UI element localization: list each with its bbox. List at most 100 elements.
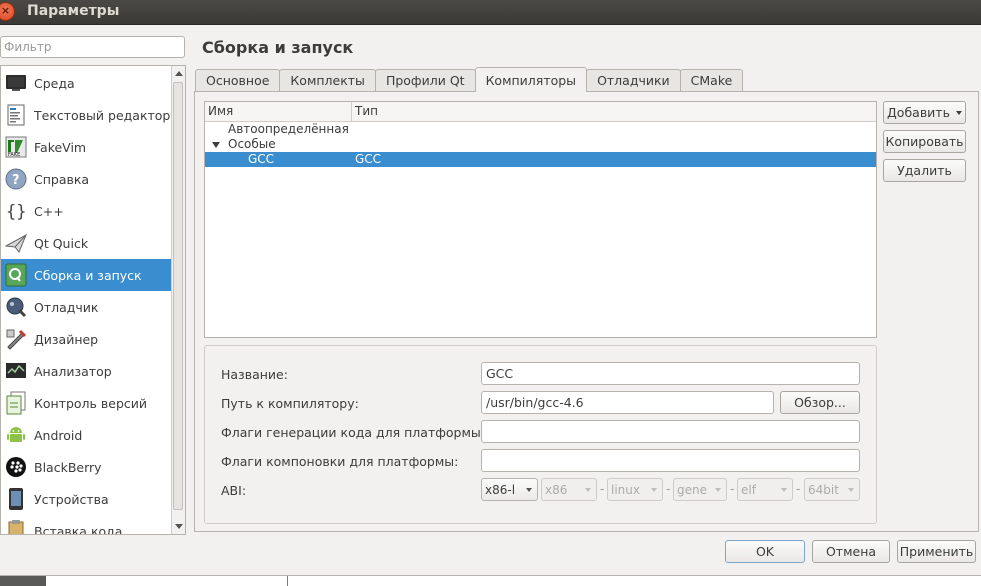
tree-row-name: Автоопределённая bbox=[228, 122, 349, 136]
abi-architecture-value: x86-l bbox=[485, 482, 516, 497]
ok-button[interactable]: OK bbox=[725, 540, 805, 563]
compiler-path-label: Путь к компилятору: bbox=[221, 396, 359, 411]
tree-row-gcc[interactable]: GCC GCC bbox=[205, 152, 876, 167]
tab-debuggers[interactable]: Отладчики bbox=[586, 69, 681, 91]
sidebar-item-analyzer[interactable]: Анализатор bbox=[1, 355, 173, 387]
filter-input[interactable] bbox=[0, 36, 185, 58]
sidebar-item-label: Qt Quick bbox=[34, 235, 89, 251]
sidebar-item-label: Текстовый редактор bbox=[34, 107, 171, 123]
abi-separator: - bbox=[796, 482, 801, 496]
tab-bar: Основное Комплекты Профили Qt Компилятор… bbox=[195, 67, 744, 92]
sidebar-item-environment[interactable]: Среда bbox=[1, 67, 173, 99]
sidebar-item-blackberry[interactable]: BlackBerry bbox=[1, 451, 173, 483]
abi-flavor-select: gene bbox=[673, 478, 727, 501]
abi-architecture-select[interactable]: x86-l bbox=[481, 478, 538, 501]
sidebar-item-label: Устройства bbox=[34, 491, 109, 507]
add-button[interactable]: Добавить bbox=[883, 101, 966, 124]
tree-row-name: Особые bbox=[228, 137, 276, 151]
remove-button[interactable]: Удалить bbox=[883, 159, 966, 182]
chevron-down-icon bbox=[955, 110, 962, 115]
abi-format-value: elf bbox=[741, 482, 756, 497]
sidebar-item-debugger[interactable]: Отладчик bbox=[1, 291, 173, 323]
codegen-flags-label: Флаги генерации кода для платформы: bbox=[221, 425, 486, 440]
debugger-icon bbox=[4, 295, 28, 319]
sidebar-item-label: Среда bbox=[34, 75, 75, 91]
sidebar-item-label: FakeVim bbox=[34, 139, 87, 155]
scroll-up-icon[interactable] bbox=[175, 71, 183, 76]
scrollbar-thumb[interactable] bbox=[173, 82, 183, 510]
sidebar-item-devices[interactable]: Устройства bbox=[1, 483, 173, 515]
code-paste-icon bbox=[4, 519, 28, 534]
abi-width-value: 64bit bbox=[808, 482, 839, 497]
compiler-tree[interactable]: Имя Тип Автоопределённая Особые GCC GCC bbox=[204, 101, 877, 338]
sidebar-item-code-paste[interactable]: Вставка кода bbox=[1, 515, 173, 534]
sidebar: Среда Текстовый редактор FAKE FakeVim ? … bbox=[0, 65, 186, 535]
text-editor-icon bbox=[4, 103, 28, 127]
tree-row-auto-detected[interactable]: Автоопределённая bbox=[205, 122, 876, 137]
help-icon: ? bbox=[4, 167, 28, 191]
sidebar-item-qt-quick[interactable]: Qt Quick bbox=[1, 227, 173, 259]
window-title: Параметры bbox=[27, 3, 120, 19]
sidebar-item-label: Контроль версий bbox=[34, 395, 148, 411]
build-run-icon bbox=[4, 263, 28, 287]
sidebar-item-android[interactable]: Android bbox=[1, 419, 173, 451]
tree-row-name: GCC bbox=[248, 152, 275, 166]
name-field[interactable] bbox=[481, 362, 860, 385]
sidebar-item-label: Справка bbox=[34, 171, 90, 187]
apply-button[interactable]: Применить bbox=[897, 540, 976, 563]
tab-cmake[interactable]: CMake bbox=[679, 69, 744, 91]
sidebar-item-cpp[interactable]: {} C++ bbox=[1, 195, 173, 227]
copy-button[interactable]: Копировать bbox=[883, 130, 966, 153]
cancel-button[interactable]: Отмена bbox=[812, 540, 890, 563]
svg-text:{}: {} bbox=[6, 202, 26, 222]
tab-general[interactable]: Основное bbox=[195, 69, 281, 91]
abi-width-select: 64bit bbox=[804, 478, 860, 501]
chevron-down-icon bbox=[781, 488, 787, 492]
codegen-flags-field[interactable] bbox=[481, 420, 860, 443]
sidebar-item-label: Сборка и запуск bbox=[34, 267, 142, 283]
braces-icon: {} bbox=[4, 199, 28, 223]
abi-flavor-value: gene bbox=[677, 482, 707, 497]
close-icon[interactable]: × bbox=[0, 2, 15, 21]
sidebar-item-label: BlackBerry bbox=[34, 459, 102, 475]
tree-row-manual[interactable]: Особые bbox=[205, 137, 876, 152]
paper-plane-icon bbox=[4, 231, 28, 255]
sidebar-item-label: Отладчик bbox=[34, 299, 99, 315]
tree-header: Имя Тип bbox=[205, 102, 876, 122]
sidebar-item-build-run[interactable]: Сборка и запуск bbox=[1, 259, 173, 291]
tab-compilers[interactable]: Компиляторы bbox=[474, 67, 588, 92]
expand-arrow-icon[interactable] bbox=[212, 142, 220, 148]
scroll-down-icon[interactable] bbox=[175, 524, 183, 529]
fakevim-icon: FAKE bbox=[4, 135, 28, 159]
devices-icon bbox=[4, 487, 28, 511]
sidebar-scrollbar[interactable] bbox=[171, 66, 185, 534]
name-label: Название: bbox=[221, 367, 288, 382]
compiler-path-field[interactable] bbox=[481, 391, 774, 414]
abi-separator: - bbox=[600, 482, 605, 496]
sidebar-item-help[interactable]: ? Справка bbox=[1, 163, 173, 195]
abi-format-select: elf bbox=[737, 478, 793, 501]
sidebar-item-label: Анализатор bbox=[34, 363, 112, 379]
android-icon bbox=[4, 423, 28, 447]
column-header-type[interactable]: Тип bbox=[352, 102, 378, 121]
abi-os-value: linux bbox=[611, 482, 640, 497]
page-title: Сборка и запуск bbox=[202, 38, 354, 57]
sidebar-item-label: Дизайнер bbox=[34, 331, 99, 347]
analyzer-icon bbox=[4, 359, 28, 383]
tab-qt-versions[interactable]: Профили Qt bbox=[374, 69, 476, 91]
browse-button[interactable]: Обзор... bbox=[780, 391, 860, 414]
link-flags-field[interactable] bbox=[481, 449, 860, 472]
chevron-down-icon bbox=[715, 488, 721, 492]
link-flags-label: Флаги компоновки для платформы: bbox=[221, 454, 459, 469]
sidebar-item-version-control[interactable]: Контроль версий bbox=[1, 387, 173, 419]
abi-separator: - bbox=[730, 482, 735, 496]
sidebar-item-fakevim[interactable]: FAKE FakeVim bbox=[1, 131, 173, 163]
abi-label: ABI: bbox=[221, 483, 247, 498]
sidebar-item-designer[interactable]: Дизайнер bbox=[1, 323, 173, 355]
sidebar-item-text-editor[interactable]: Текстовый редактор bbox=[1, 99, 173, 131]
tab-kits[interactable]: Комплекты bbox=[279, 69, 376, 91]
abi-arch-select: x86 bbox=[541, 478, 597, 501]
sidebar-list: Среда Текстовый редактор FAKE FakeVim ? … bbox=[1, 67, 173, 534]
column-header-name[interactable]: Имя bbox=[205, 102, 352, 121]
blackberry-icon bbox=[4, 455, 28, 479]
